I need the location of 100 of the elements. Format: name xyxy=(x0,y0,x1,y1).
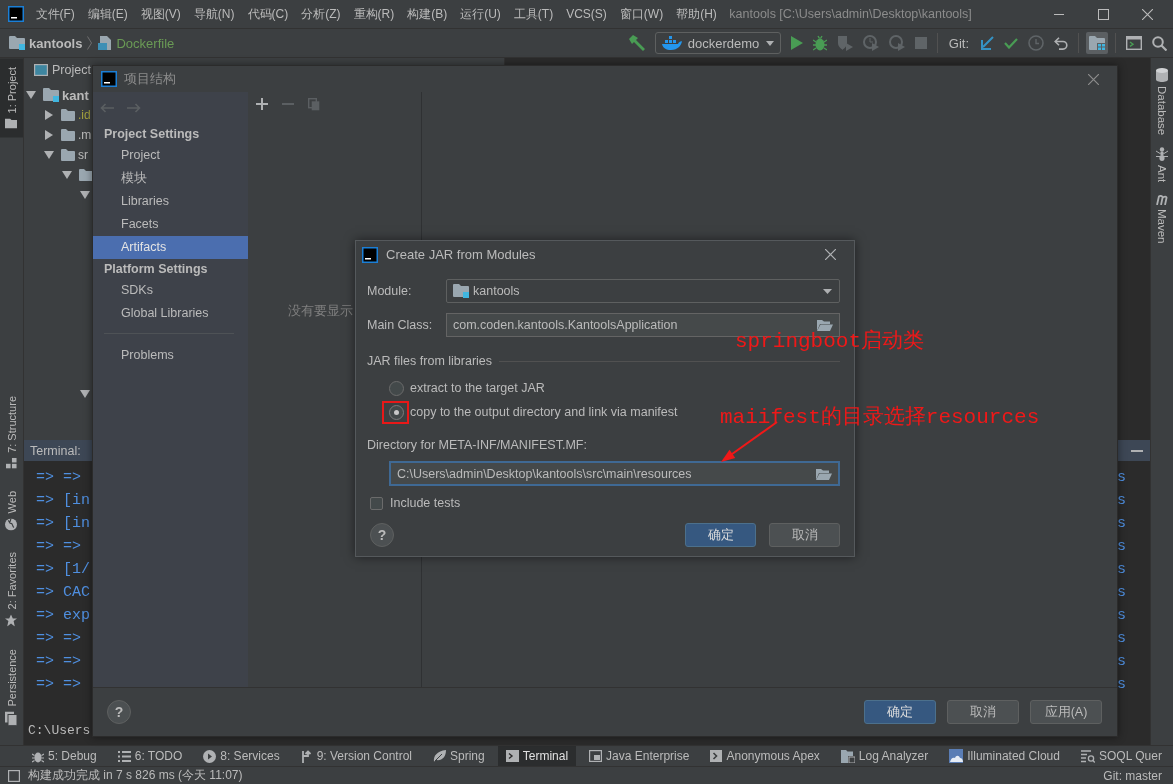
tool-window-tab[interactable]: Database xyxy=(1151,62,1173,142)
search-icon[interactable] xyxy=(1152,35,1167,51)
sidebar-item[interactable]: Facets xyxy=(93,213,248,236)
tool-window-button[interactable]: Terminal xyxy=(497,746,577,766)
close-icon[interactable] xyxy=(1088,73,1099,85)
menu-item[interactable]: 重构(R) xyxy=(347,5,401,23)
tool-window-button[interactable]: Anonymous Apex xyxy=(702,746,828,766)
radio-label[interactable]: copy to the output directory and link via manifest xyxy=(410,405,678,419)
checkbox-label[interactable]: Include tests xyxy=(390,496,461,510)
sidebar-item[interactable]: Project xyxy=(93,144,248,167)
sidebar-item[interactable]: Problems xyxy=(93,344,248,367)
tree-item[interactable]: kant xyxy=(26,85,89,105)
menu-item[interactable]: 编辑(E) xyxy=(81,5,135,23)
tree-arrow-icon[interactable] xyxy=(62,170,72,180)
leaf-icon xyxy=(433,750,447,762)
radio-button[interactable] xyxy=(389,404,404,420)
tree-arrow-icon[interactable] xyxy=(44,150,54,160)
minimize-icon[interactable] xyxy=(1131,449,1143,452)
hammer-icon[interactable] xyxy=(628,35,645,51)
plus-icon[interactable] xyxy=(256,98,268,110)
tool-window-tab[interactable]: Web xyxy=(0,485,23,536)
tool-window-button[interactable]: 5: Debug xyxy=(24,746,105,766)
breadcrumb[interactable]: kantools xyxy=(29,35,83,51)
help-button[interactable]: ? xyxy=(370,523,394,547)
dialog-button[interactable]: 确定 xyxy=(685,523,756,547)
panel-title[interactable]: Project xyxy=(52,63,91,77)
checkbox[interactable] xyxy=(370,496,383,510)
tool-window-tab[interactable]: 7: Structure xyxy=(0,390,23,474)
menu-item[interactable]: 视图(V) xyxy=(134,5,188,23)
sidebar-heading: Project Settings xyxy=(103,126,201,143)
tool-window-tab[interactable]: Ant xyxy=(1151,141,1173,189)
dialog-button[interactable]: 取消 xyxy=(947,700,1019,724)
tree-arrow-icon[interactable] xyxy=(44,130,54,140)
sidebar-item[interactable]: Artifacts xyxy=(93,236,248,259)
undo-icon[interactable] xyxy=(1054,36,1068,50)
sidebar-item[interactable]: Global Libraries xyxy=(93,302,248,325)
directory-field[interactable]: C:\Users\admin\Desktop\kantools\src\main\resources xyxy=(389,461,840,486)
menu-item[interactable]: 工具(T) xyxy=(507,5,560,23)
minimize-icon[interactable] xyxy=(1054,13,1064,15)
down-left-arrow-icon[interactable] xyxy=(980,36,994,50)
radio-button[interactable] xyxy=(389,380,404,396)
bug-icon[interactable] xyxy=(812,35,827,51)
radio-label[interactable]: extract to the target JAR xyxy=(410,381,545,395)
module-dropdown[interactable]: kantools xyxy=(446,279,840,303)
tool-window-button[interactable]: SOQL Quer xyxy=(1072,746,1170,766)
chevron-icon xyxy=(87,36,93,50)
play-icon[interactable] xyxy=(790,36,803,50)
tool-window-button[interactable]: Log Analyzer xyxy=(832,746,937,766)
tree-arrow-icon[interactable] xyxy=(44,110,54,120)
dialog-button[interactable]: 应用(A) xyxy=(1030,700,1102,724)
folder-icon xyxy=(79,169,93,181)
tool-window-tab[interactable]: Persistence xyxy=(0,643,23,730)
tree-arrow-icon[interactable] xyxy=(80,389,90,399)
project-structure-button[interactable] xyxy=(1086,32,1108,54)
sidebar-item[interactable]: 模块 xyxy=(93,167,248,190)
tool-window-tab[interactable]: Maven xyxy=(1151,188,1173,250)
stack-icon xyxy=(5,711,18,725)
tool-window-button[interactable]: Spring xyxy=(425,746,493,766)
tool-window-button[interactable]: 9: Version Control xyxy=(292,746,421,766)
tree-arrow-icon[interactable] xyxy=(80,190,90,200)
tool-window-tab[interactable]: 1: Project xyxy=(0,58,23,138)
tree-arrow-icon[interactable] xyxy=(26,90,36,100)
help-button[interactable]: ? xyxy=(107,700,131,724)
menu-item[interactable]: 运行(U) xyxy=(453,5,508,23)
dialog-button[interactable]: 确定 xyxy=(864,700,936,724)
tree-item[interactable]: .m xyxy=(44,125,92,145)
breadcrumb[interactable]: Dockerfile xyxy=(116,35,175,51)
maximize-icon[interactable] xyxy=(1097,8,1109,20)
terminal-line: s xyxy=(1117,538,1126,555)
terminal-line: s xyxy=(1117,607,1126,624)
terminal-line: => => xyxy=(36,676,81,693)
sidebar-item[interactable]: Libraries xyxy=(93,190,248,213)
tool-window-button[interactable]: Java Enterprise xyxy=(581,746,698,766)
dialog-button[interactable]: 取消 xyxy=(769,523,840,547)
tree-item[interactable]: sr xyxy=(44,145,88,165)
close-icon[interactable] xyxy=(1141,8,1153,20)
menu-item[interactable]: 导航(N) xyxy=(187,5,241,23)
menu-item[interactable]: 文件(F) xyxy=(29,5,82,23)
menu-item[interactable]: 帮助(H) xyxy=(669,5,724,23)
app-logo-icon xyxy=(8,6,24,22)
tool-window-button[interactable]: Illuminated Cloud xyxy=(941,746,1068,766)
menu-item[interactable]: VCS(S) xyxy=(559,7,614,21)
folder-icon[interactable] xyxy=(817,319,833,331)
vcs-branch[interactable]: Git: master xyxy=(1103,768,1162,783)
tree-item[interactable]: .id xyxy=(44,105,91,125)
tool-window-button[interactable]: 6: TODO xyxy=(109,746,191,766)
menu-item[interactable]: 分析(Z) xyxy=(294,5,347,23)
tool-window-button[interactable]: 8: Services xyxy=(195,746,288,766)
menu-item[interactable]: 代码(C) xyxy=(241,5,295,23)
tool-window-tab[interactable]: 2: Favorites xyxy=(0,547,23,632)
menu-item[interactable]: 构建(B) xyxy=(400,5,454,23)
sidebar-item[interactable]: SDKs xyxy=(93,279,248,302)
square-icon[interactable] xyxy=(8,769,20,782)
folder-icon[interactable] xyxy=(816,467,832,480)
run-config-dropdown[interactable]: dockerdemo xyxy=(654,32,781,54)
close-icon[interactable] xyxy=(825,249,836,260)
terminal-icon[interactable] xyxy=(1126,36,1142,50)
checkmark-icon[interactable] xyxy=(1004,37,1018,49)
caret-icon xyxy=(765,40,774,46)
menu-item[interactable]: 窗口(W) xyxy=(613,5,670,23)
